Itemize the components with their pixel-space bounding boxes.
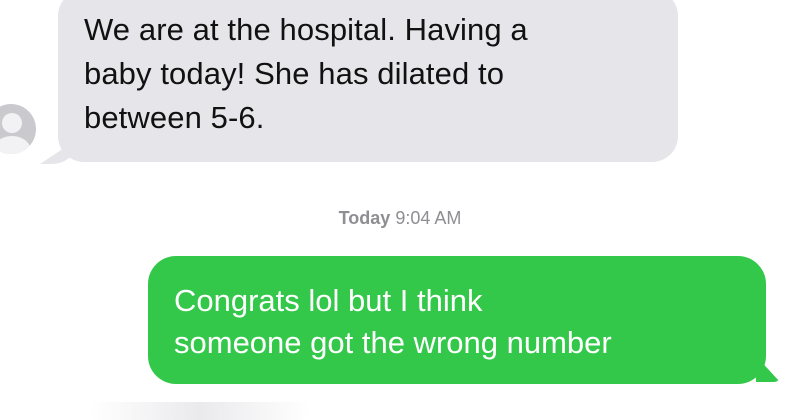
timestamp-day: Today (338, 208, 391, 228)
incoming-line: baby today! She has dilated to (84, 56, 505, 91)
incoming-line: We are at the hospital. Having a (84, 12, 528, 47)
cut-off-status-text (90, 402, 310, 420)
contact-avatar-icon[interactable] (0, 104, 36, 154)
timestamp-time: 9:04 AM (395, 208, 462, 228)
outgoing-bubble-tail (756, 356, 780, 382)
incoming-line: between 5-6. (84, 100, 265, 135)
outgoing-line: someone got the wrong number (174, 325, 612, 360)
incoming-message-text: We are at the hospital. Having a baby to… (84, 8, 664, 140)
messages-thread: We are at the hospital. Having a baby to… (0, 0, 800, 420)
outgoing-message-text: Congrats lol but I think someone got the… (174, 280, 754, 364)
message-timestamp: Today 9:04 AM (0, 208, 800, 229)
avatar-body (0, 136, 31, 154)
avatar-head (2, 113, 22, 133)
outgoing-line: Congrats lol but I think (174, 283, 483, 318)
